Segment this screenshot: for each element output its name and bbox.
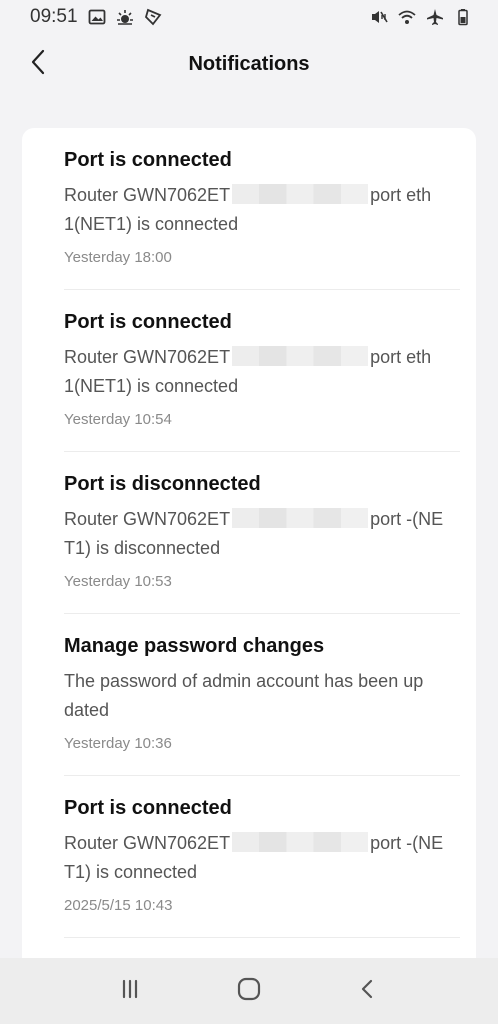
notification-item[interactable]: Port is disconnected Router GWN7062ET por… <box>64 452 460 614</box>
notification-item[interactable]: Port is connected Router GWN7062ET port e… <box>64 290 460 452</box>
message-text: Router GWN7062ET <box>64 833 231 853</box>
redacted-text <box>232 832 369 852</box>
back-button[interactable] <box>22 48 54 80</box>
notification-title: Port is connected <box>64 311 232 333</box>
header: Notifications <box>0 40 498 88</box>
notifications-list: Port is connected Router GWN7062ET port e… <box>22 128 476 968</box>
notification-item[interactable]: Port is connected Router GWN7062ET port e… <box>64 128 460 290</box>
notification-message: Router GWN7062ET port eth 1(NET1) is conn… <box>64 181 460 239</box>
notification-item[interactable]: Port is connected Router GWN7062ET port -… <box>64 776 460 938</box>
redacted-text <box>232 508 369 528</box>
notification-time: Yesterday 18:00 <box>64 249 172 266</box>
wifi-icon <box>398 8 416 26</box>
back-icon <box>356 977 380 1006</box>
notification-time: 2025/5/15 10:43 <box>64 897 173 914</box>
status-bar: 09:51 <box>0 0 498 34</box>
notification-message: Router GWN7062ET port -(NE T1) is disconn… <box>64 505 460 563</box>
battery-icon <box>454 8 472 26</box>
notification-message: The password of admin account has been u… <box>64 667 460 725</box>
status-time: 09:51 <box>30 6 78 27</box>
message-text: Router GWN7062ET <box>64 185 231 205</box>
weather-icon <box>116 8 134 26</box>
notification-title: Port is connected <box>64 797 232 819</box>
notification-time: Yesterday 10:36 <box>64 735 172 752</box>
notification-title: Port is connected <box>64 149 232 171</box>
notification-time: Yesterday 10:54 <box>64 411 172 428</box>
notification-message: Router GWN7062ET port eth 1(NET1) is conn… <box>64 343 460 401</box>
status-left: 09:51 <box>30 6 162 28</box>
notification-time: Yesterday 10:53 <box>64 573 172 590</box>
home-icon <box>236 976 262 1007</box>
notification-item[interactable]: Manage password changes The password of … <box>64 614 460 776</box>
message-text: Router GWN7062ET <box>64 347 231 367</box>
message-text: Router GWN7062ET <box>64 509 231 529</box>
recent-apps-button[interactable] <box>110 971 150 1011</box>
airplane-icon <box>426 8 444 26</box>
notification-message: Router GWN7062ET port -(NE T1) is connect… <box>64 829 460 887</box>
redacted-text <box>232 346 369 366</box>
chevron-left-icon <box>28 48 48 81</box>
message-text: The password of admin account has been u… <box>64 671 424 720</box>
home-button[interactable] <box>229 971 269 1011</box>
navigation-bar <box>0 958 498 1024</box>
system-back-button[interactable] <box>348 971 388 1011</box>
page-title: Notifications <box>188 52 310 75</box>
notification-title: Manage password changes <box>64 635 325 657</box>
recent-apps-icon <box>118 977 142 1006</box>
app-icon <box>144 8 162 26</box>
status-right <box>370 8 472 26</box>
mute-vibrate-icon <box>370 8 388 26</box>
gallery-icon <box>88 8 106 26</box>
redacted-text <box>232 184 369 204</box>
notification-title: Port is disconnected <box>64 473 261 495</box>
